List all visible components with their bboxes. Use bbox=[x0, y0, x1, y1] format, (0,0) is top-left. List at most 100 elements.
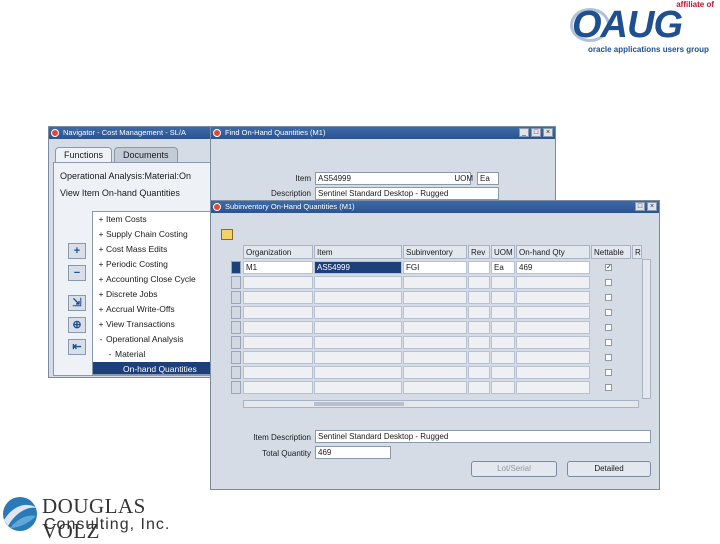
horizontal-scrollbar[interactable] bbox=[243, 400, 639, 408]
empty-cell[interactable] bbox=[491, 351, 515, 364]
nettable-checkbox[interactable] bbox=[605, 324, 612, 331]
tree-item[interactable]: + Supply Chain Costing bbox=[93, 227, 217, 242]
empty-cell[interactable] bbox=[491, 381, 515, 394]
empty-cell[interactable] bbox=[491, 276, 515, 289]
empty-cell[interactable] bbox=[491, 321, 515, 334]
tree-item[interactable]: - Material bbox=[93, 347, 217, 362]
tree-item-selected[interactable]: On-hand Quantities bbox=[93, 362, 217, 374]
empty-cell[interactable] bbox=[403, 381, 467, 394]
empty-cell[interactable] bbox=[516, 276, 590, 289]
row-selector[interactable] bbox=[231, 291, 241, 304]
nettable-checkbox[interactable] bbox=[605, 279, 612, 286]
empty-cell[interactable] bbox=[403, 321, 467, 334]
empty-cell[interactable] bbox=[516, 306, 590, 319]
empty-cell[interactable] bbox=[403, 366, 467, 379]
tree-item[interactable]: + Cost Mass Edits bbox=[93, 242, 217, 257]
row-selector[interactable] bbox=[231, 381, 241, 394]
close-icon[interactable]: × bbox=[647, 202, 657, 211]
empty-cell[interactable] bbox=[491, 291, 515, 304]
empty-cell[interactable] bbox=[403, 291, 467, 304]
tree-item[interactable]: + Discrete Jobs bbox=[93, 287, 217, 302]
cell-onhand-qty[interactable]: 469 bbox=[516, 261, 590, 274]
empty-cell[interactable] bbox=[516, 351, 590, 364]
empty-cell[interactable] bbox=[314, 306, 402, 319]
tree-item[interactable]: + Accounting Close Cycle bbox=[93, 272, 217, 287]
empty-cell[interactable] bbox=[491, 336, 515, 349]
empty-cell[interactable] bbox=[403, 351, 467, 364]
empty-cell[interactable] bbox=[314, 366, 402, 379]
empty-cell[interactable] bbox=[468, 366, 490, 379]
collapse-button[interactable]: − bbox=[68, 265, 86, 281]
nettable-checkbox[interactable] bbox=[605, 339, 612, 346]
empty-cell[interactable] bbox=[243, 381, 313, 394]
nettable-checkbox[interactable] bbox=[605, 309, 612, 316]
empty-cell[interactable] bbox=[516, 291, 590, 304]
row-selector[interactable] bbox=[231, 276, 241, 289]
tree-item[interactable]: - Operational Analysis bbox=[93, 332, 217, 347]
cell-item[interactable]: AS54999 bbox=[314, 261, 402, 274]
total-quantity-field[interactable]: 469 bbox=[315, 446, 391, 459]
expand-button[interactable]: + bbox=[68, 243, 86, 259]
close-icon[interactable]: × bbox=[543, 128, 553, 137]
row-selector[interactable] bbox=[231, 306, 241, 319]
empty-cell[interactable] bbox=[516, 336, 590, 349]
empty-cell[interactable] bbox=[314, 276, 402, 289]
empty-cell[interactable] bbox=[243, 306, 313, 319]
detailed-button[interactable]: Detailed bbox=[567, 461, 651, 477]
empty-cell[interactable] bbox=[468, 321, 490, 334]
empty-cell[interactable] bbox=[314, 351, 402, 364]
empty-cell[interactable] bbox=[243, 366, 313, 379]
cell-uom[interactable]: Ea bbox=[491, 261, 515, 274]
row-selector[interactable] bbox=[231, 261, 241, 274]
lot-serial-button[interactable]: Lot/Serial bbox=[471, 461, 557, 477]
empty-cell[interactable] bbox=[243, 321, 313, 334]
empty-cell[interactable] bbox=[314, 336, 402, 349]
cell-subinventory[interactable]: FGI bbox=[403, 261, 467, 274]
empty-cell[interactable] bbox=[468, 351, 490, 364]
empty-cell[interactable] bbox=[314, 321, 402, 334]
navigator-titlebar[interactable]: Navigator - Cost Management - SL/A bbox=[49, 127, 219, 139]
row-selector[interactable] bbox=[231, 351, 241, 364]
empty-cell[interactable] bbox=[468, 291, 490, 304]
empty-cell[interactable] bbox=[491, 306, 515, 319]
empty-cell[interactable] bbox=[314, 291, 402, 304]
find-titlebar[interactable]: Find On-Hand Quantities (M1) _ □ × bbox=[211, 127, 555, 139]
tree-item[interactable]: + Periodic Costing bbox=[93, 257, 217, 272]
maximize-icon[interactable]: □ bbox=[531, 128, 541, 137]
tab-documents[interactable]: Documents bbox=[114, 147, 178, 162]
empty-cell[interactable] bbox=[516, 381, 590, 394]
tree-item[interactable]: + Item Costs bbox=[93, 212, 217, 227]
empty-cell[interactable] bbox=[243, 276, 313, 289]
empty-cell[interactable] bbox=[314, 381, 402, 394]
folder-icon[interactable] bbox=[221, 229, 233, 240]
tree-item[interactable]: + Accrual Write-Offs bbox=[93, 302, 217, 317]
empty-cell[interactable] bbox=[403, 276, 467, 289]
scroll-thumb[interactable] bbox=[314, 402, 404, 406]
collapse-all-button[interactable]: ⇤ bbox=[68, 339, 86, 355]
empty-cell[interactable] bbox=[468, 276, 490, 289]
nettable-checkbox[interactable]: ✓ bbox=[605, 264, 612, 271]
empty-cell[interactable] bbox=[468, 336, 490, 349]
description-field[interactable]: Sentinel Standard Desktop - Rugged bbox=[315, 187, 499, 200]
empty-cell[interactable] bbox=[243, 351, 313, 364]
maximize-icon[interactable]: □ bbox=[635, 202, 645, 211]
nettable-checkbox[interactable] bbox=[605, 369, 612, 376]
empty-cell[interactable] bbox=[516, 366, 590, 379]
empty-cell[interactable] bbox=[468, 306, 490, 319]
vertical-scrollbar[interactable] bbox=[642, 259, 651, 399]
cell-rev[interactable] bbox=[468, 261, 490, 274]
item-description-field[interactable]: Sentinel Standard Desktop - Rugged bbox=[315, 430, 651, 443]
expand-branch-button[interactable]: ⇲ bbox=[68, 295, 86, 311]
empty-cell[interactable] bbox=[403, 336, 467, 349]
subinventory-titlebar[interactable]: Subinventory On-Hand Quantities (M1) □ × bbox=[211, 201, 659, 213]
nettable-checkbox[interactable] bbox=[605, 354, 612, 361]
empty-cell[interactable] bbox=[491, 366, 515, 379]
row-selector[interactable] bbox=[231, 321, 241, 334]
empty-cell[interactable] bbox=[403, 306, 467, 319]
nettable-checkbox[interactable] bbox=[605, 294, 612, 301]
empty-cell[interactable] bbox=[243, 336, 313, 349]
empty-cell[interactable] bbox=[516, 321, 590, 334]
row-selector[interactable] bbox=[231, 366, 241, 379]
tab-functions[interactable]: Functions bbox=[55, 147, 113, 162]
nettable-checkbox[interactable] bbox=[605, 384, 612, 391]
